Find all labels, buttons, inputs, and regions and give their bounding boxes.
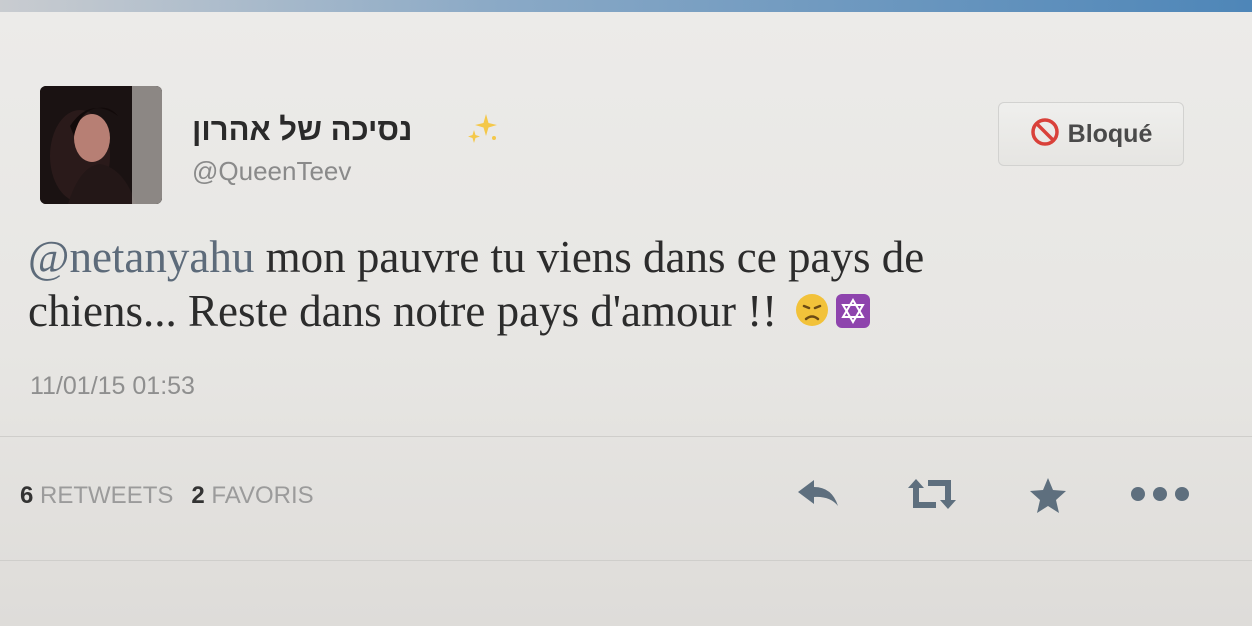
star-of-david-emoji — [836, 286, 871, 340]
divider — [0, 436, 1252, 437]
blocked-button[interactable]: Bloqué — [998, 102, 1184, 166]
sparkles-icon — [466, 112, 500, 146]
block-icon — [1030, 117, 1060, 152]
favorite-icon[interactable] — [1028, 476, 1068, 519]
divider — [0, 560, 1252, 561]
tweet-stats: 6 RETWEETS 2 FAVORIS — [20, 482, 314, 510]
more-icon[interactable] — [1128, 484, 1192, 509]
tweet-timestamp[interactable]: 11/01/15 01:53 — [30, 372, 195, 401]
favorites-count[interactable]: 2 — [191, 482, 204, 509]
retweets-label[interactable]: RETWEETS — [40, 482, 173, 509]
mention-link[interactable]: @netanyahu — [28, 232, 254, 282]
reply-icon[interactable] — [794, 476, 842, 517]
display-name[interactable]: נסיכה של אהרון — [192, 112, 412, 148]
username[interactable]: @QueenTeev — [192, 156, 351, 187]
blocked-label: Bloqué — [1067, 119, 1153, 148]
favorites-label[interactable]: FAVORIS — [211, 482, 313, 509]
disappointed-face-emoji — [794, 286, 830, 340]
retweets-count[interactable]: 6 — [20, 482, 33, 509]
avatar[interactable] — [40, 86, 162, 204]
retweet-icon[interactable] — [904, 476, 960, 517]
tweet-text-line1: mon pauvre tu viens dans ce pays de — [254, 232, 925, 282]
tweet-text: @netanyahu mon pauvre tu viens dans ce p… — [28, 230, 1208, 340]
tweet-text-line2: chiens... Reste dans notre pays d'amour … — [28, 286, 778, 336]
